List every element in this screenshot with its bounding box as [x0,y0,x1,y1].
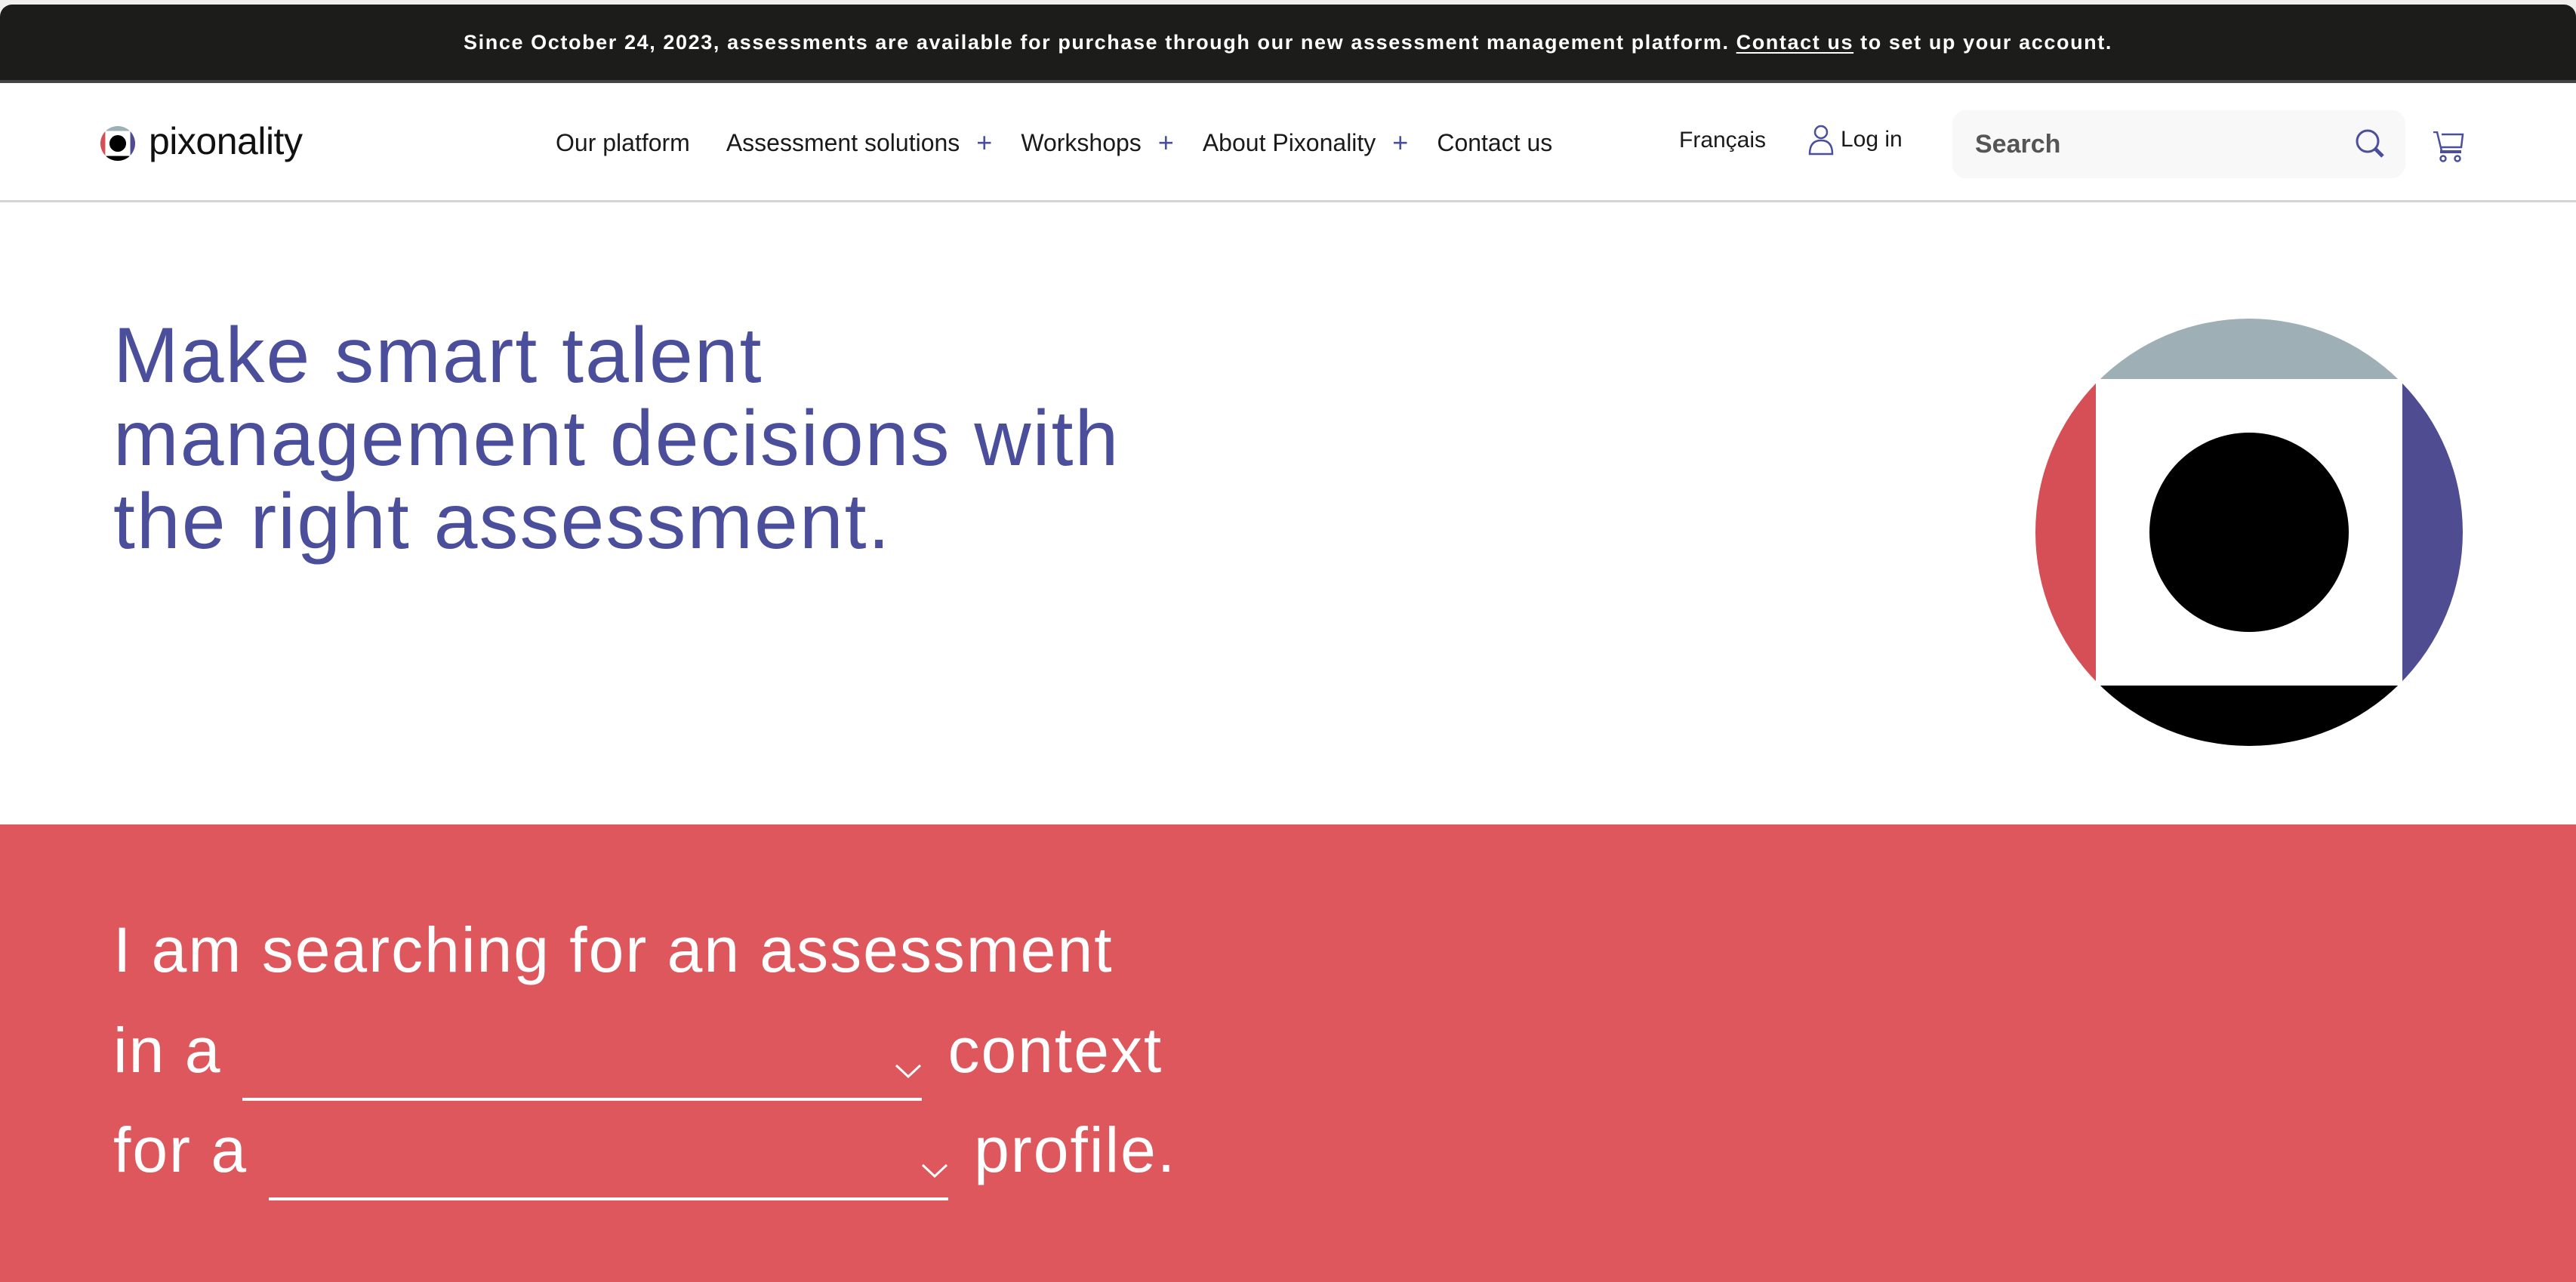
search-icon[interactable] [2353,126,2389,162]
nav-assessment-solutions[interactable]: Assessment solutions + [726,127,993,159]
nav-workshops[interactable]: Workshops + [1021,127,1174,159]
finder-line-3: for a profile. [113,1111,1177,1200]
hero-title-line: the right assessment. [113,478,892,565]
announcement-text-after: to set up your account. [1860,30,2112,54]
finder-line-2: in a context [113,1012,1163,1101]
user-icon [1808,125,1834,156]
graphic-top-segment [2035,319,2463,379]
hero-title-line: Make smart talent [113,312,763,399]
expand-plus-icon[interactable]: + [1158,127,1174,159]
main-nav: Our platform Assessment solutions + Work… [556,83,1588,202]
finder-context-suffix: context [948,1015,1163,1086]
assessment-finder: I am searching for an assessment in a co… [0,824,2576,1282]
finder-context-prefix: in a [113,1015,222,1086]
finder-profile-suffix: profile. [974,1114,1177,1185]
profile-select[interactable] [269,1140,949,1200]
announcement-bar: Since October 24, 2023, assessments are … [0,5,2576,83]
pixonality-logo-icon [100,126,135,161]
finder-intro-text: I am searching for an assessment [113,914,1114,985]
cart-icon[interactable] [2433,131,2466,163]
expand-plus-icon[interactable]: + [1392,127,1408,159]
chevron-down-icon [922,1163,948,1179]
hero-brand-graphic [2035,319,2463,746]
finder-profile-prefix: for a [113,1114,248,1185]
page: Since October 24, 2023, assessments are … [0,5,2576,1282]
logo-text: pixonality [149,120,303,162]
site-header: pixonality Our platform Assessment solut… [0,83,2576,202]
nav-about-pixonality[interactable]: About Pixonality + [1203,127,1409,159]
graphic-left-segment [2035,384,2096,681]
context-select[interactable] [242,1040,923,1101]
graphic-right-segment [2402,384,2463,681]
language-switch[interactable]: Français [1679,128,1766,153]
finder-line-1: I am searching for an assessment [113,914,1114,987]
nav-contact-us[interactable]: Contact us [1437,129,1552,157]
nav-label: Contact us [1437,128,1553,156]
search-box [1952,110,2405,178]
hero-title-line: management decisions with [113,395,1120,482]
search-input[interactable] [1952,129,2353,159]
nav-our-platform[interactable]: Our platform [556,129,690,157]
login-label: Log in [1841,127,1903,152]
logo-link[interactable]: pixonality [100,120,303,162]
announcement-contact-link[interactable]: Contact us [1736,31,1854,54]
nav-label: Workshops [1021,128,1142,156]
graphic-bottom-segment [2035,686,2463,746]
nav-label: Our platform [556,128,690,156]
hero-title: Make smart talent management decisions w… [113,314,1321,563]
nav-label: Assessment solutions [726,128,960,156]
expand-plus-icon[interactable]: + [976,127,992,159]
announcement-text: Since October 24, 2023, assessments are … [464,30,1730,54]
graphic-center-circle [2149,433,2349,632]
chevron-down-icon [895,1064,922,1079]
login-link[interactable]: Log in [1807,124,1903,156]
nav-label: About Pixonality [1202,128,1376,156]
